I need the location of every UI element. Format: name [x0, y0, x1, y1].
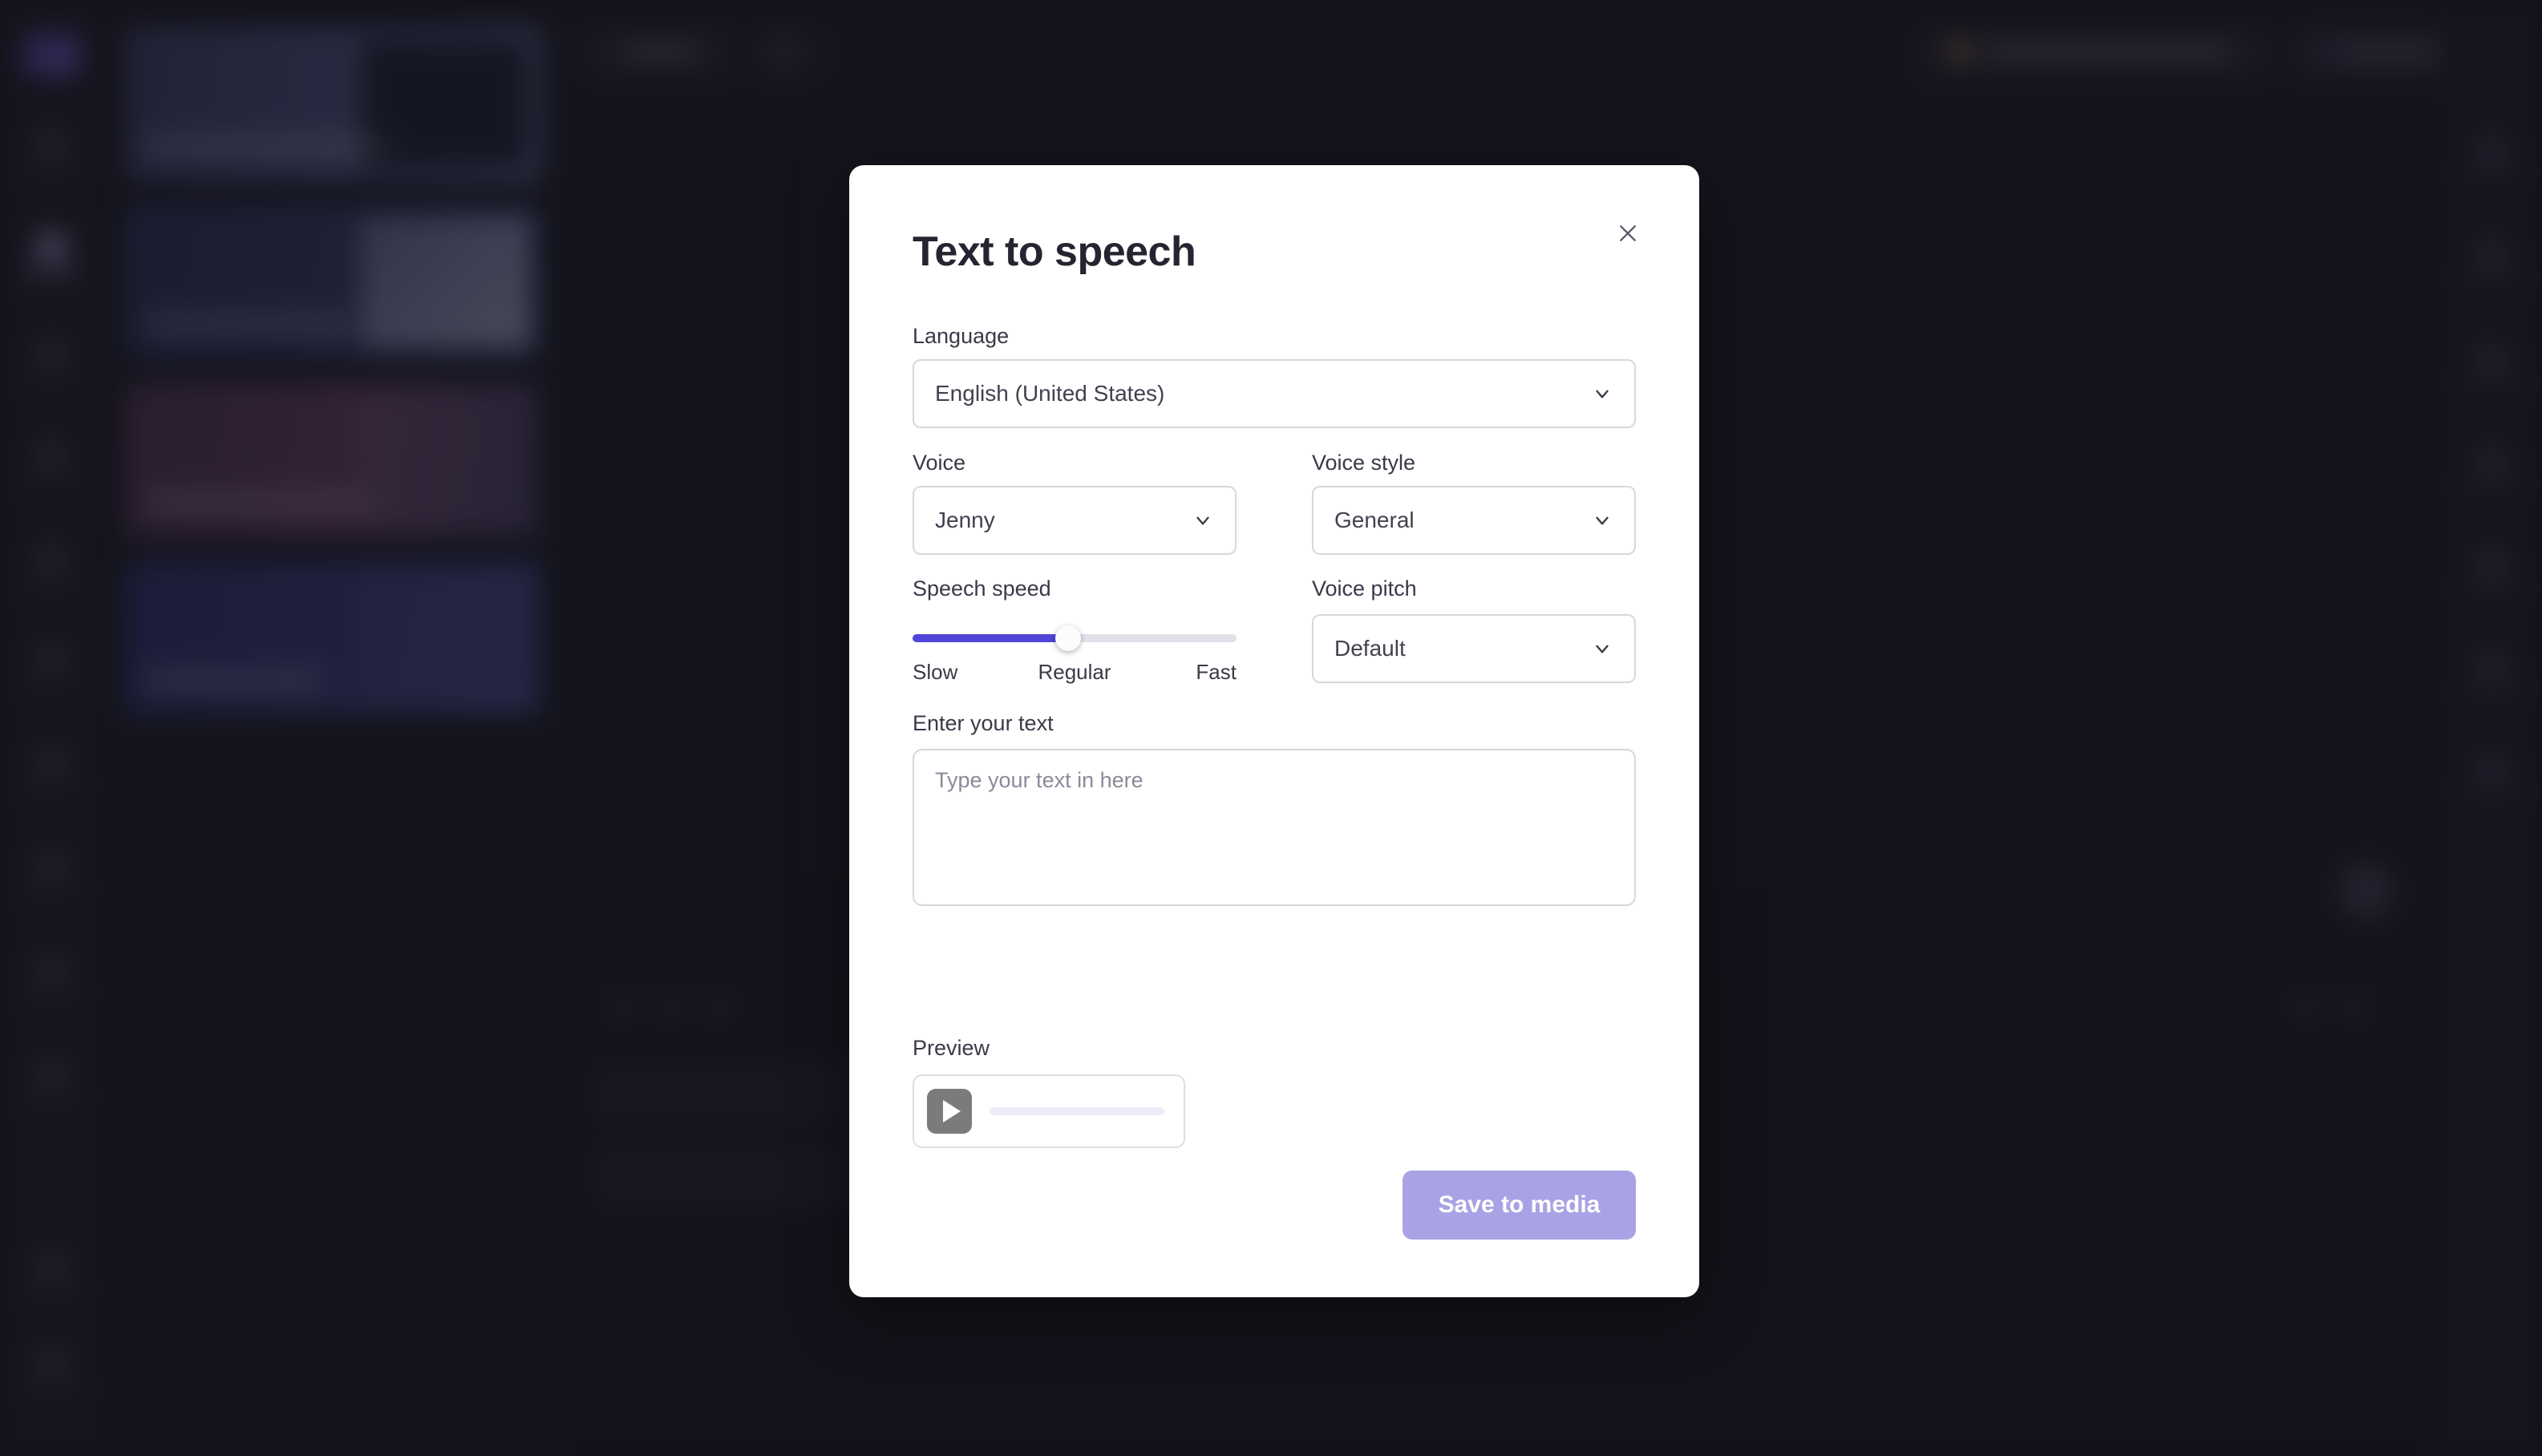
voice-pitch-select[interactable]: Default	[1312, 614, 1636, 683]
preview-label: Preview	[913, 1036, 990, 1060]
close-icon[interactable]	[1606, 212, 1649, 255]
audio-preview-player	[913, 1074, 1185, 1148]
voice-style-select[interactable]: General	[1312, 486, 1636, 555]
speed-tick-regular: Regular	[1038, 660, 1111, 684]
play-icon[interactable]	[927, 1089, 972, 1134]
language-value: English (United States)	[935, 381, 1165, 406]
chevron-down-icon	[1591, 382, 1613, 405]
voice-label: Voice	[913, 451, 966, 475]
voice-pitch-label: Voice pitch	[1312, 576, 1417, 601]
chevron-down-icon	[1192, 509, 1214, 532]
chevron-down-icon	[1591, 509, 1613, 532]
speech-speed-ticks: Slow Regular Fast	[913, 660, 1237, 687]
dialog-title: Text to speech	[913, 229, 1196, 275]
speech-speed-slider[interactable]	[913, 625, 1237, 651]
language-select[interactable]: English (United States)	[913, 359, 1636, 428]
speech-speed-label: Speech speed	[913, 576, 1051, 601]
slider-fill	[913, 634, 1068, 642]
speed-tick-slow: Slow	[913, 660, 958, 684]
slider-thumb[interactable]	[1054, 625, 1081, 651]
chevron-down-icon	[1591, 637, 1613, 660]
speed-tick-fast: Fast	[1196, 660, 1237, 684]
voice-pitch-value: Default	[1334, 636, 1406, 661]
text-to-speech-dialog: Text to speech Language English (United …	[849, 165, 1699, 1297]
play-triangle	[942, 1100, 961, 1122]
voice-style-label: Voice style	[1312, 451, 1416, 475]
audio-progress-bar[interactable]	[990, 1107, 1164, 1115]
voice-select[interactable]: Jenny	[913, 486, 1237, 555]
enter-text-label: Enter your text	[913, 711, 1054, 735]
language-label: Language	[913, 324, 1010, 348]
save-to-media-button[interactable]: Save to media	[1403, 1171, 1636, 1240]
text-input[interactable]	[913, 749, 1636, 906]
voice-value: Jenny	[935, 508, 995, 532]
voice-style-value: General	[1334, 508, 1415, 532]
